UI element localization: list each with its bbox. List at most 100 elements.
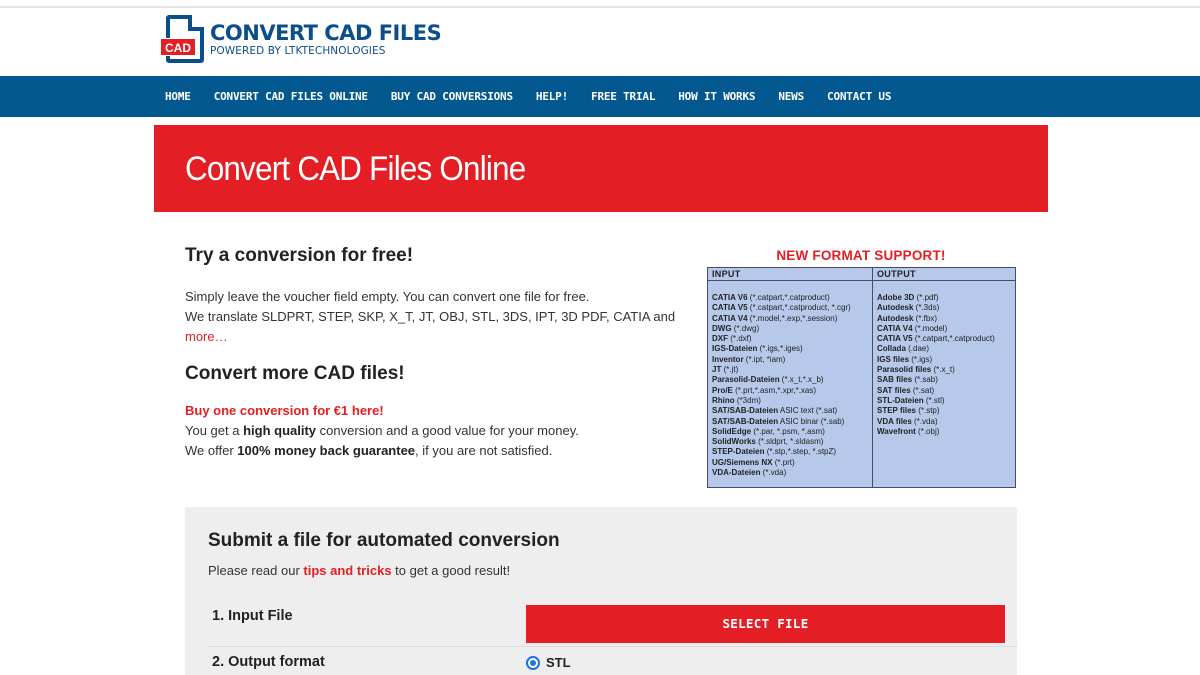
format-name: JT [712, 365, 722, 375]
format-name: SAT/SAB-Dateien [712, 416, 779, 426]
format-extensions: (*.par, *.psm, *.asm) [751, 426, 825, 436]
format-extensions: (*.pdf) [914, 293, 939, 302]
format-extensions: (*.catpart,*.catproduct) [747, 293, 830, 302]
nav-buy-conversions[interactable]: BUY CAD CONVERSIONS [391, 90, 513, 103]
input-format-row: CATIA V6 (*.catpart,*.catproduct) [712, 293, 851, 303]
logo-subtitle: POWERED BY LTKTECHNOLOGIES [210, 45, 386, 57]
free-trial-text-2: We translate SLDPRT, STEP, SKP, X_T, JT,… [185, 307, 695, 347]
output-format-row: CATIA V4 (*.model) [877, 324, 995, 334]
main-nav: HOME CONVERT CAD FILES ONLINE BUY CAD CO… [0, 76, 1200, 117]
format-name: IGS-Dateien [712, 344, 758, 354]
quality-text: You get a high quality conversion and a … [185, 421, 695, 441]
output-format-row: STEP files (*.stp) [877, 406, 995, 416]
logo-title: CONVERT CAD FILES [210, 21, 442, 45]
format-extensions: (*.3ds) [913, 303, 940, 313]
format-extensions: (*.igs,*.iges) [757, 344, 803, 354]
output-format-row: STL-Dateien (*.stl) [877, 396, 995, 406]
select-file-button[interactable]: SELECT FILE [526, 605, 1005, 643]
output-format-row: VDA files (*.vda) [877, 417, 995, 427]
format-name: Wavefront [877, 426, 916, 436]
output-header: OUTPUT [877, 269, 916, 279]
format-name: Inventor [712, 354, 744, 364]
page-title: Convert CAD Files Online [185, 150, 526, 188]
format-name: VDA files [877, 416, 912, 426]
output-format-option-label: STL [546, 655, 571, 670]
format-extensions: (*.prt) [772, 457, 795, 467]
input-format-row: Parasolid-Dateien (*.x_t,*.x_b) [712, 375, 851, 385]
input-format-row: Pro/E (*.prt,*.asm,*.xpr,*.xas) [712, 386, 851, 396]
format-name: Parasolid files [877, 365, 932, 375]
format-extensions: (*.x_t,*.x_b) [779, 375, 824, 385]
input-format-row: SAT/SAB-Dateien ASIC text (*.sat) [712, 406, 851, 416]
radio-selected-icon[interactable] [526, 655, 540, 670]
free-trial-heading: Try a conversion for free! [185, 245, 414, 266]
format-name: SAT files [877, 385, 911, 395]
format-extensions: (*.fbx) [913, 313, 938, 323]
buy-conversion-link[interactable]: Buy one conversion for €1 here! [185, 401, 695, 421]
format-name: STEP files [877, 406, 916, 416]
output-format-row: IGS files (*.igs) [877, 355, 995, 365]
format-extensions: ASIC text (*.sat) [778, 406, 838, 416]
format-table-divider [872, 268, 873, 487]
output-format-row: Autodesk (*.3ds) [877, 303, 995, 313]
format-name: SolidWorks [712, 437, 756, 447]
format-support-title: NEW FORMAT SUPPORT! [776, 248, 946, 263]
format-extensions: (*.stp,*.step, *.stpZ) [764, 447, 837, 457]
quality-text-pre: You get a [185, 423, 244, 438]
input-format-row: Rhino (*3dm) [712, 396, 851, 406]
format-extensions: (*3dm) [734, 395, 761, 405]
nav-how-it-works[interactable]: HOW IT WORKS [678, 90, 755, 103]
submit-title: Submit a file for automated conversion [208, 530, 560, 551]
site-logo[interactable]: CAD CONVERT CAD FILES POWERED BY LTKTECH… [160, 15, 442, 65]
format-support-table: INPUT CATIA V6 (*.catpart,*.catproduct) C… [707, 267, 1016, 488]
format-name: DWG [712, 323, 732, 333]
format-name: SAT/SAB-Dateien [712, 406, 779, 416]
format-name: CATIA V6 [712, 293, 748, 302]
hint-text-pre: Please read our [208, 563, 304, 578]
input-format-row: JT (*.jt) [712, 365, 851, 375]
nav-help[interactable]: HELP! [536, 90, 568, 103]
convert-more-heading: Convert more CAD files! [185, 363, 405, 384]
format-name: Autodesk [877, 303, 914, 313]
step-divider [208, 646, 1017, 647]
nav-free-trial[interactable]: FREE TRIAL [591, 90, 655, 103]
format-name: Rhino [712, 395, 735, 405]
format-name: Pro/E [712, 385, 733, 395]
input-format-row: DXF (*.dxf) [712, 334, 851, 344]
format-extensions: (*.ipt, *iam) [743, 354, 786, 364]
more-formats-link[interactable]: more… [185, 329, 228, 344]
quality-text-post: conversion and a good value for your mon… [316, 423, 579, 438]
format-name: UG/Siemens NX [712, 457, 773, 467]
submit-hint: Please read our tips and tricks to get a… [208, 563, 510, 578]
format-name: IGS files [877, 354, 910, 364]
format-extensions: (*.vda) [760, 468, 787, 478]
format-name: STEP-Dateien [712, 447, 765, 457]
format-name: Collada [877, 344, 906, 354]
free-trial-text-1: Simply leave the voucher field empty. Yo… [185, 289, 590, 304]
nav-news[interactable]: NEWS [778, 90, 804, 103]
nav-contact[interactable]: CONTACT US [827, 90, 891, 103]
input-header: INPUT [712, 269, 741, 279]
format-extensions: (*.sldprt, *.sldasm) [755, 437, 824, 447]
format-extensions: (*.sat) [910, 385, 935, 395]
format-name: SAB files [877, 375, 913, 385]
output-format-row: Adobe 3D (*.pdf) [877, 293, 995, 303]
format-name: Adobe 3D [877, 293, 915, 302]
nav-home[interactable]: HOME [165, 90, 191, 103]
output-format-option-stl[interactable]: STL [526, 655, 571, 670]
input-format-row: VDA-Dateien (*.vda) [712, 468, 851, 478]
guarantee-text-pre: We offer [185, 443, 238, 458]
input-formats-column: INPUT CATIA V6 (*.catpart,*.catproduct) C… [712, 268, 851, 478]
format-name: CATIA V5 [712, 303, 748, 313]
input-format-row: CATIA V4 (*.model,*.exp,*.session) [712, 314, 851, 324]
format-extensions: ASIC binar (*.sab) [778, 416, 845, 426]
input-format-row: UG/Siemens NX (*.prt) [712, 458, 851, 468]
nav-convert-online[interactable]: CONVERT CAD FILES ONLINE [214, 90, 368, 103]
output-format-row: SAT files (*.sat) [877, 386, 995, 396]
output-format-row: SAB files (*.sab) [877, 375, 995, 385]
input-format-row: CATIA V5 (*.catpart,*.catproduct, *.cgr) [712, 303, 851, 313]
format-extensions: (*.jt) [721, 365, 739, 375]
tips-and-tricks-link[interactable]: tips and tricks [303, 563, 391, 578]
page-banner: Convert CAD Files Online [154, 125, 1048, 212]
output-formats-column: OUTPUT Adobe 3D (*.pdf) Autodesk (*.3ds) A… [877, 268, 995, 437]
